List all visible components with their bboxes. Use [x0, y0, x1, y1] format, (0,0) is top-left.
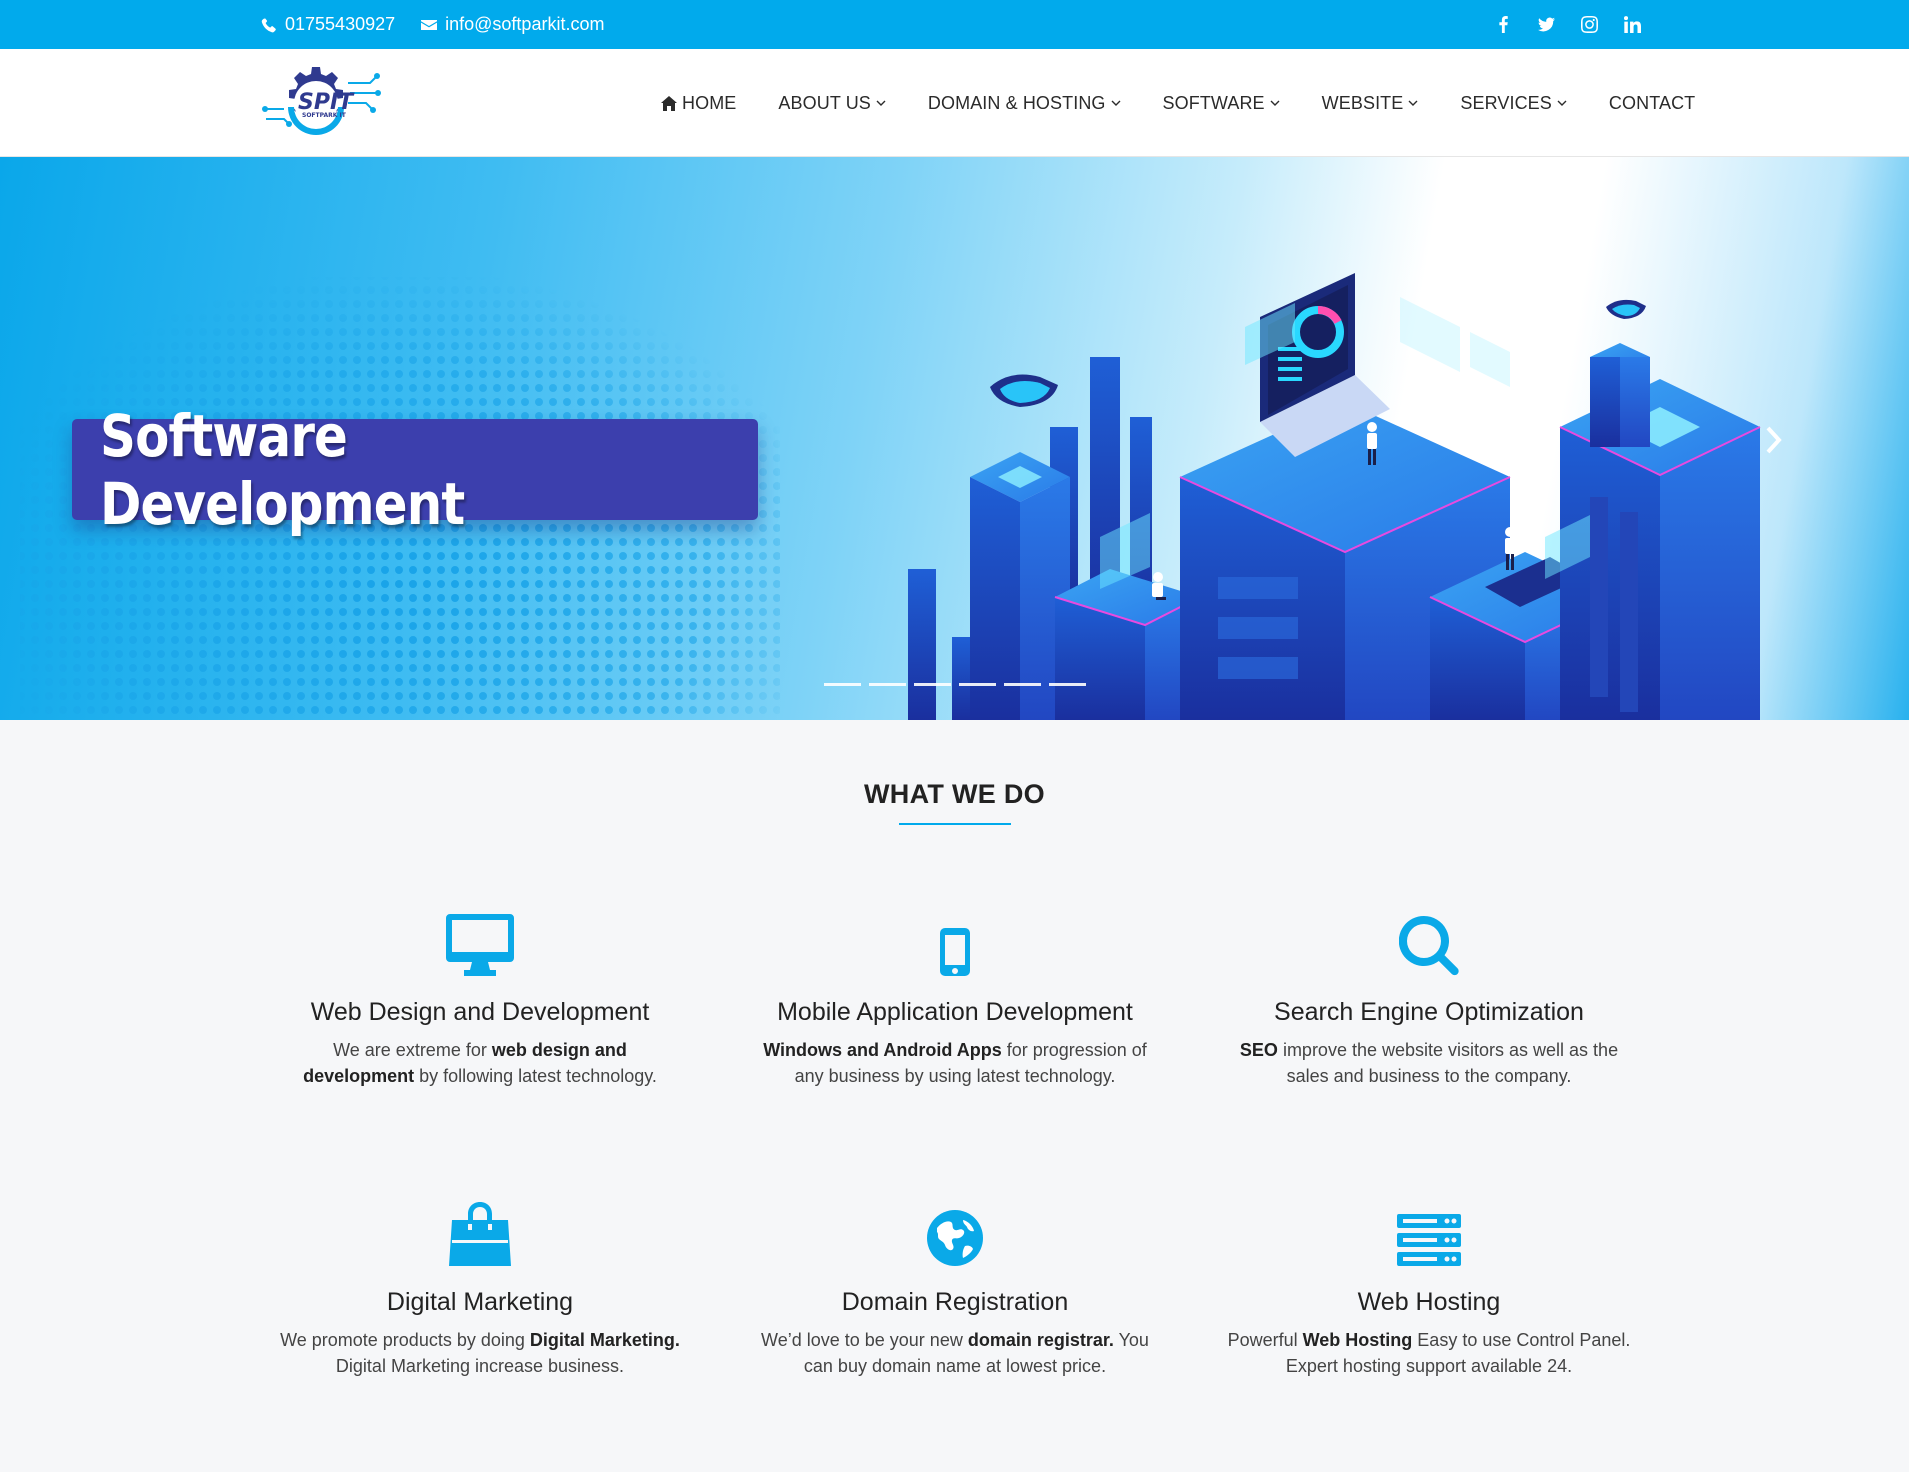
- nav-contact-label: CONTACT: [1608, 92, 1696, 113]
- chevron-down-icon: [1408, 100, 1418, 106]
- nav-services-label: SERVICES: [1460, 92, 1552, 113]
- envelope-icon: [421, 19, 438, 30]
- section-underline: [899, 823, 1011, 825]
- nav-software[interactable]: SOFTWARE: [1142, 93, 1301, 114]
- chevron-down-icon: [1111, 100, 1121, 106]
- isometric-city-illustration: [908, 273, 1761, 720]
- nav-contact[interactable]: CONTACT: [1588, 93, 1716, 114]
- service-description: We’d love to be your new domain registra…: [761, 1330, 1149, 1376]
- nav-domain-hosting-label: DOMAIN & HOSTING: [927, 92, 1106, 113]
- server-icon: [1397, 1214, 1461, 1266]
- slide-caption: Software Development: [72, 402, 758, 538]
- linkedin-icon[interactable]: [1624, 16, 1641, 33]
- twitter-icon[interactable]: [1538, 16, 1555, 33]
- service-seo: Search Engine Optimization SEO improve t…: [1219, 906, 1639, 1089]
- mobile-icon: [940, 928, 970, 976]
- slide-indicator[interactable]: [1004, 683, 1041, 686]
- section-title: WHAT WE DO: [864, 779, 1045, 809]
- logo-subtext: SOFTPARK IT: [302, 112, 347, 119]
- service-title: Web Hosting: [1357, 1288, 1501, 1316]
- service-web-hosting: Web Hosting Powerful Web Hosting Easy to…: [1219, 1196, 1639, 1379]
- slide-indicator[interactable]: [1049, 683, 1086, 686]
- phone-number: 01755430927: [285, 14, 396, 34]
- nav-about-us-label: ABOUT US: [778, 92, 871, 113]
- slide-indicator[interactable]: [824, 683, 861, 686]
- site-header: SPIT SOFTPARK IT HOME ABOUT US DOMAIN & …: [0, 49, 1909, 157]
- service-domain-registration: Domain Registration We’d love to be your…: [745, 1196, 1165, 1379]
- home-icon: [661, 95, 677, 111]
- service-description: We promote products by doing Digital Mar…: [280, 1330, 680, 1376]
- email-address: info@softparkit.com: [445, 14, 605, 34]
- main-nav: HOME ABOUT US DOMAIN & HOSTING SOFTWARE …: [640, 49, 1716, 157]
- site-logo[interactable]: SPIT SOFTPARK IT: [262, 59, 386, 147]
- service-title: Domain Registration: [841, 1288, 1069, 1316]
- nav-about-us[interactable]: ABOUT US: [757, 93, 907, 114]
- service-title: Digital Marketing: [386, 1288, 574, 1316]
- slide-title: Software Development: [100, 401, 465, 538]
- desktop-icon: [446, 914, 514, 976]
- service-description: We are extreme for web design and develo…: [303, 1040, 657, 1086]
- service-title: Mobile Application Development: [777, 998, 1133, 1026]
- shopping-bag-icon: [449, 1202, 511, 1266]
- slide-indicators: [824, 683, 1086, 686]
- slide-indicator[interactable]: [959, 683, 996, 686]
- service-mobile-apps: Mobile Application Development Windows a…: [745, 906, 1165, 1089]
- service-description: Powerful Web Hosting Easy to use Control…: [1227, 1330, 1631, 1376]
- chevron-down-icon: [1270, 100, 1280, 106]
- slide-indicator[interactable]: [914, 683, 951, 686]
- globe-icon: [927, 1210, 983, 1266]
- slide-indicator[interactable]: [869, 683, 906, 686]
- nav-home[interactable]: HOME: [640, 93, 757, 114]
- nav-website[interactable]: WEBSITE: [1301, 93, 1440, 114]
- service-digital-marketing: Digital Marketing We promote products by…: [270, 1196, 690, 1379]
- phone-link[interactable]: 01755430927: [261, 14, 395, 35]
- service-description: SEO improve the website visitors as well…: [1239, 1040, 1619, 1086]
- nav-domain-hosting[interactable]: DOMAIN & HOSTING: [907, 93, 1142, 114]
- top-bar: 01755430927 info@softparkit.com: [0, 0, 1909, 49]
- chevron-down-icon: [1557, 100, 1567, 106]
- service-title: Search Engine Optimization: [1274, 998, 1584, 1026]
- hero-slider: Software Development: [0, 157, 1909, 720]
- service-description: Windows and Android Apps for progression…: [763, 1040, 1147, 1086]
- chevron-down-icon: [876, 100, 886, 106]
- search-icon: [1399, 916, 1459, 976]
- email-link[interactable]: info@softparkit.com: [421, 14, 604, 35]
- service-web-design: Web Design and Development We are extrem…: [270, 906, 690, 1089]
- instagram-icon[interactable]: [1581, 16, 1598, 33]
- phone-icon: [261, 17, 276, 32]
- service-title: Web Design and Development: [310, 998, 650, 1026]
- nav-software-label: SOFTWARE: [1162, 92, 1265, 113]
- facebook-icon[interactable]: [1495, 16, 1512, 33]
- nav-services[interactable]: SERVICES: [1439, 93, 1588, 114]
- nav-website-label: WEBSITE: [1321, 92, 1404, 113]
- nav-home-label: HOME: [682, 92, 737, 113]
